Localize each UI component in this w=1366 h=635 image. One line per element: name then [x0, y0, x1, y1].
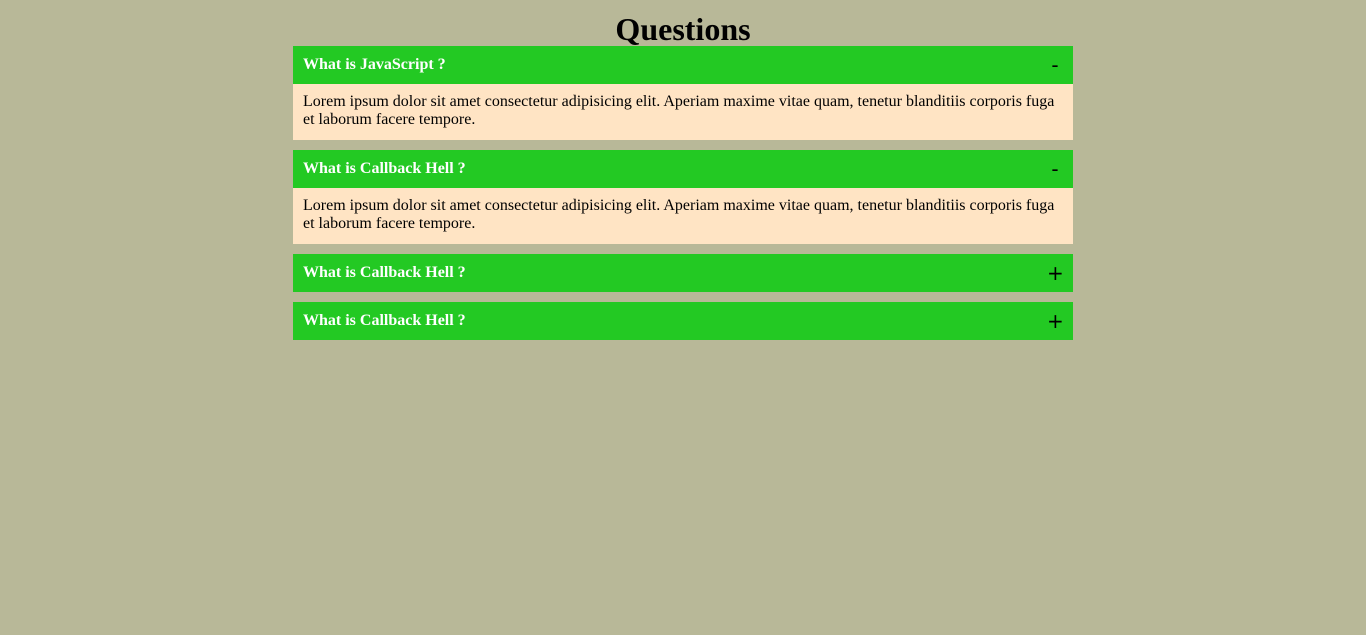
faq-header[interactable]: What is Callback Hell ? +: [293, 302, 1073, 340]
faq-item: What is Callback Hell ? +: [293, 302, 1073, 340]
faq-accordion: What is JavaScript ? - Lorem ipsum dolor…: [293, 46, 1073, 340]
faq-answer: Lorem ipsum dolor sit amet consectetur a…: [293, 84, 1073, 140]
faq-item: What is JavaScript ? - Lorem ipsum dolor…: [293, 46, 1073, 140]
expand-icon[interactable]: +: [1047, 311, 1064, 331]
faq-question: What is Callback Hell ?: [303, 312, 466, 329]
faq-answer: Lorem ipsum dolor sit amet consectetur a…: [293, 188, 1073, 244]
collapse-icon[interactable]: -: [1047, 159, 1063, 179]
collapse-icon[interactable]: -: [1047, 55, 1063, 75]
faq-question: What is Callback Hell ?: [303, 160, 466, 177]
faq-header[interactable]: What is Callback Hell ? +: [293, 254, 1073, 292]
faq-question: What is JavaScript ?: [303, 56, 446, 73]
faq-question: What is Callback Hell ?: [303, 264, 466, 281]
faq-item: What is Callback Hell ? +: [293, 254, 1073, 292]
page-title: Questions: [615, 11, 751, 47]
faq-header[interactable]: What is Callback Hell ? -: [293, 150, 1073, 188]
faq-item: What is Callback Hell ? - Lorem ipsum do…: [293, 150, 1073, 244]
faq-header[interactable]: What is JavaScript ? -: [293, 46, 1073, 84]
expand-icon[interactable]: +: [1047, 263, 1064, 283]
